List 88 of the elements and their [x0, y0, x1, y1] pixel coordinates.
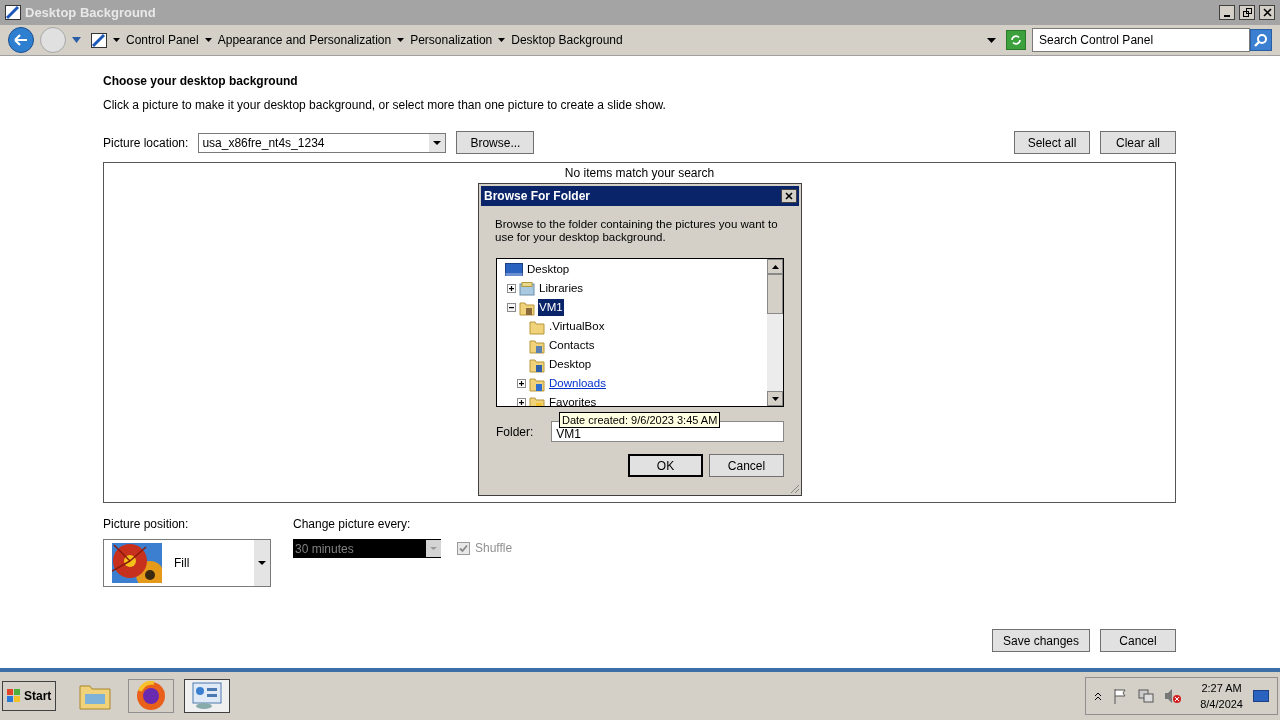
- breadcrumb[interactable]: Personalization: [410, 31, 493, 49]
- caret-icon[interactable]: [498, 38, 506, 42]
- field-label: Picture position:: [103, 516, 190, 533]
- folder-icon: [529, 394, 545, 406]
- scrollbar[interactable]: [767, 259, 783, 406]
- field-label: Picture location:: [103, 134, 189, 152]
- folder-icon: [529, 356, 545, 373]
- search-field[interactable]: Search Control Panel: [1032, 28, 1250, 52]
- selection-button[interactable]: Clear all: [1100, 131, 1176, 154]
- close-icon: [785, 192, 793, 200]
- close-button[interactable]: [1259, 5, 1275, 20]
- library-icon: [519, 281, 535, 296]
- windows-logo: [7, 689, 21, 703]
- position-dropdown[interactable]: Fill: [103, 539, 271, 587]
- tree-item[interactable]: Desktop: [548, 355, 593, 374]
- browser-icon: [136, 681, 167, 711]
- refresh-button[interactable]: [1006, 30, 1026, 50]
- page-heading: Choose your desktop background: [103, 73, 299, 90]
- search-icon: [1254, 33, 1268, 47]
- expand-icon[interactable]: [507, 284, 516, 293]
- caret-icon[interactable]: [113, 38, 120, 42]
- empty-message: No items match your search: [564, 166, 715, 180]
- minimize-icon: [1224, 14, 1230, 17]
- tree-item[interactable]: Downloads: [548, 374, 607, 393]
- location-dropdown[interactable]: usa_x86fre_nt4s_1234: [198, 132, 447, 153]
- selection-button[interactable]: Select all: [1014, 131, 1090, 154]
- start-button[interactable]: Start: [2, 681, 57, 711]
- back-arrow-icon: [14, 34, 28, 46]
- footer-button[interactable]: Save changes: [992, 629, 1090, 652]
- close-icon: [1262, 8, 1272, 17]
- footer-button[interactable]: Cancel: [1100, 629, 1176, 652]
- breadcrumb[interactable]: Desktop Background: [511, 31, 623, 49]
- tooltip: Date created: 9/6/2023 3:45 AM: [559, 412, 721, 428]
- caret-icon[interactable]: [397, 38, 405, 42]
- taskbar-button[interactable]: [184, 679, 231, 713]
- folder-icon: [529, 375, 545, 392]
- dialog-button[interactable]: OK: [628, 454, 703, 477]
- tree-item[interactable]: .VirtualBox: [548, 317, 606, 336]
- dialog-title: Browse For Folder: [484, 188, 591, 205]
- collapse-icon[interactable]: [507, 303, 516, 312]
- network-icon[interactable]: [1138, 688, 1155, 704]
- minimize-button[interactable]: [1219, 5, 1235, 20]
- refresh-icon: [1010, 34, 1022, 46]
- clock-time[interactable]: 2:27 AM: [1201, 680, 1242, 696]
- control-panel-icon: [5, 5, 21, 20]
- tree-item[interactable]: VM1: [538, 298, 564, 317]
- control-panel-icon: [91, 32, 107, 48]
- field-label: Folder:: [496, 423, 534, 441]
- window-title: Desktop Background: [25, 3, 156, 22]
- breadcrumb[interactable]: Appearance and Personalization: [217, 31, 392, 49]
- back-button[interactable]: [8, 27, 34, 53]
- resize-grip-icon[interactable]: [789, 483, 800, 494]
- search-button[interactable]: [1250, 29, 1272, 51]
- browse-button[interactable]: Browse...: [456, 131, 535, 154]
- muted-speaker-icon[interactable]: [1164, 688, 1183, 704]
- breadcrumb[interactable]: Control Panel: [126, 31, 199, 49]
- tree-item[interactable]: Favorites: [548, 393, 598, 406]
- tree-item[interactable]: Desktop: [526, 260, 571, 279]
- control-panel-icon: [192, 682, 223, 710]
- page-description: Click a picture to make it your desktop background, or select more than one picture to create a slide show.: [103, 97, 667, 114]
- history-caret-icon[interactable]: [72, 37, 81, 43]
- restore-button[interactable]: [1239, 5, 1255, 20]
- taskbar-button[interactable]: [128, 679, 175, 713]
- chevron-up-icon[interactable]: [1094, 691, 1103, 701]
- clock-date[interactable]: 8/4/2024: [1200, 696, 1243, 712]
- caret-icon[interactable]: [204, 38, 212, 42]
- dialog-button[interactable]: Cancel: [709, 454, 784, 477]
- dialog-instructions: Browse to the folder containing the pictures you want to use for your desktop background.: [495, 218, 779, 244]
- folder-icon: [519, 299, 535, 316]
- caret-icon[interactable]: [987, 37, 996, 43]
- up-arrow-icon: [771, 264, 779, 269]
- folder-icon: [529, 318, 545, 335]
- tree-item[interactable]: Contacts: [548, 336, 596, 355]
- tree-item[interactable]: Libraries: [538, 279, 585, 298]
- flag-icon[interactable]: [1112, 688, 1129, 704]
- desktop-icon: [505, 262, 523, 277]
- expand-icon[interactable]: [517, 379, 526, 388]
- field-label: Change picture every:: [293, 516, 412, 533]
- folder-tree[interactable]: Desktop Libraries VM1 .VirtualBox Contacts Desktop Downloads Favorites: [496, 258, 784, 407]
- folder-icon: [529, 337, 545, 354]
- address-field[interactable]: Control Panel Appearance and Personalization Personalization Desktop Background: [87, 28, 1000, 52]
- restore-icon: [1242, 8, 1252, 17]
- close-button[interactable]: [781, 189, 797, 203]
- caret-icon[interactable]: [429, 133, 446, 152]
- down-arrow-icon: [771, 396, 779, 401]
- expand-icon[interactable]: [517, 398, 526, 406]
- checkbox-label: Shuffle: [475, 540, 513, 557]
- folder-icon: [79, 682, 112, 710]
